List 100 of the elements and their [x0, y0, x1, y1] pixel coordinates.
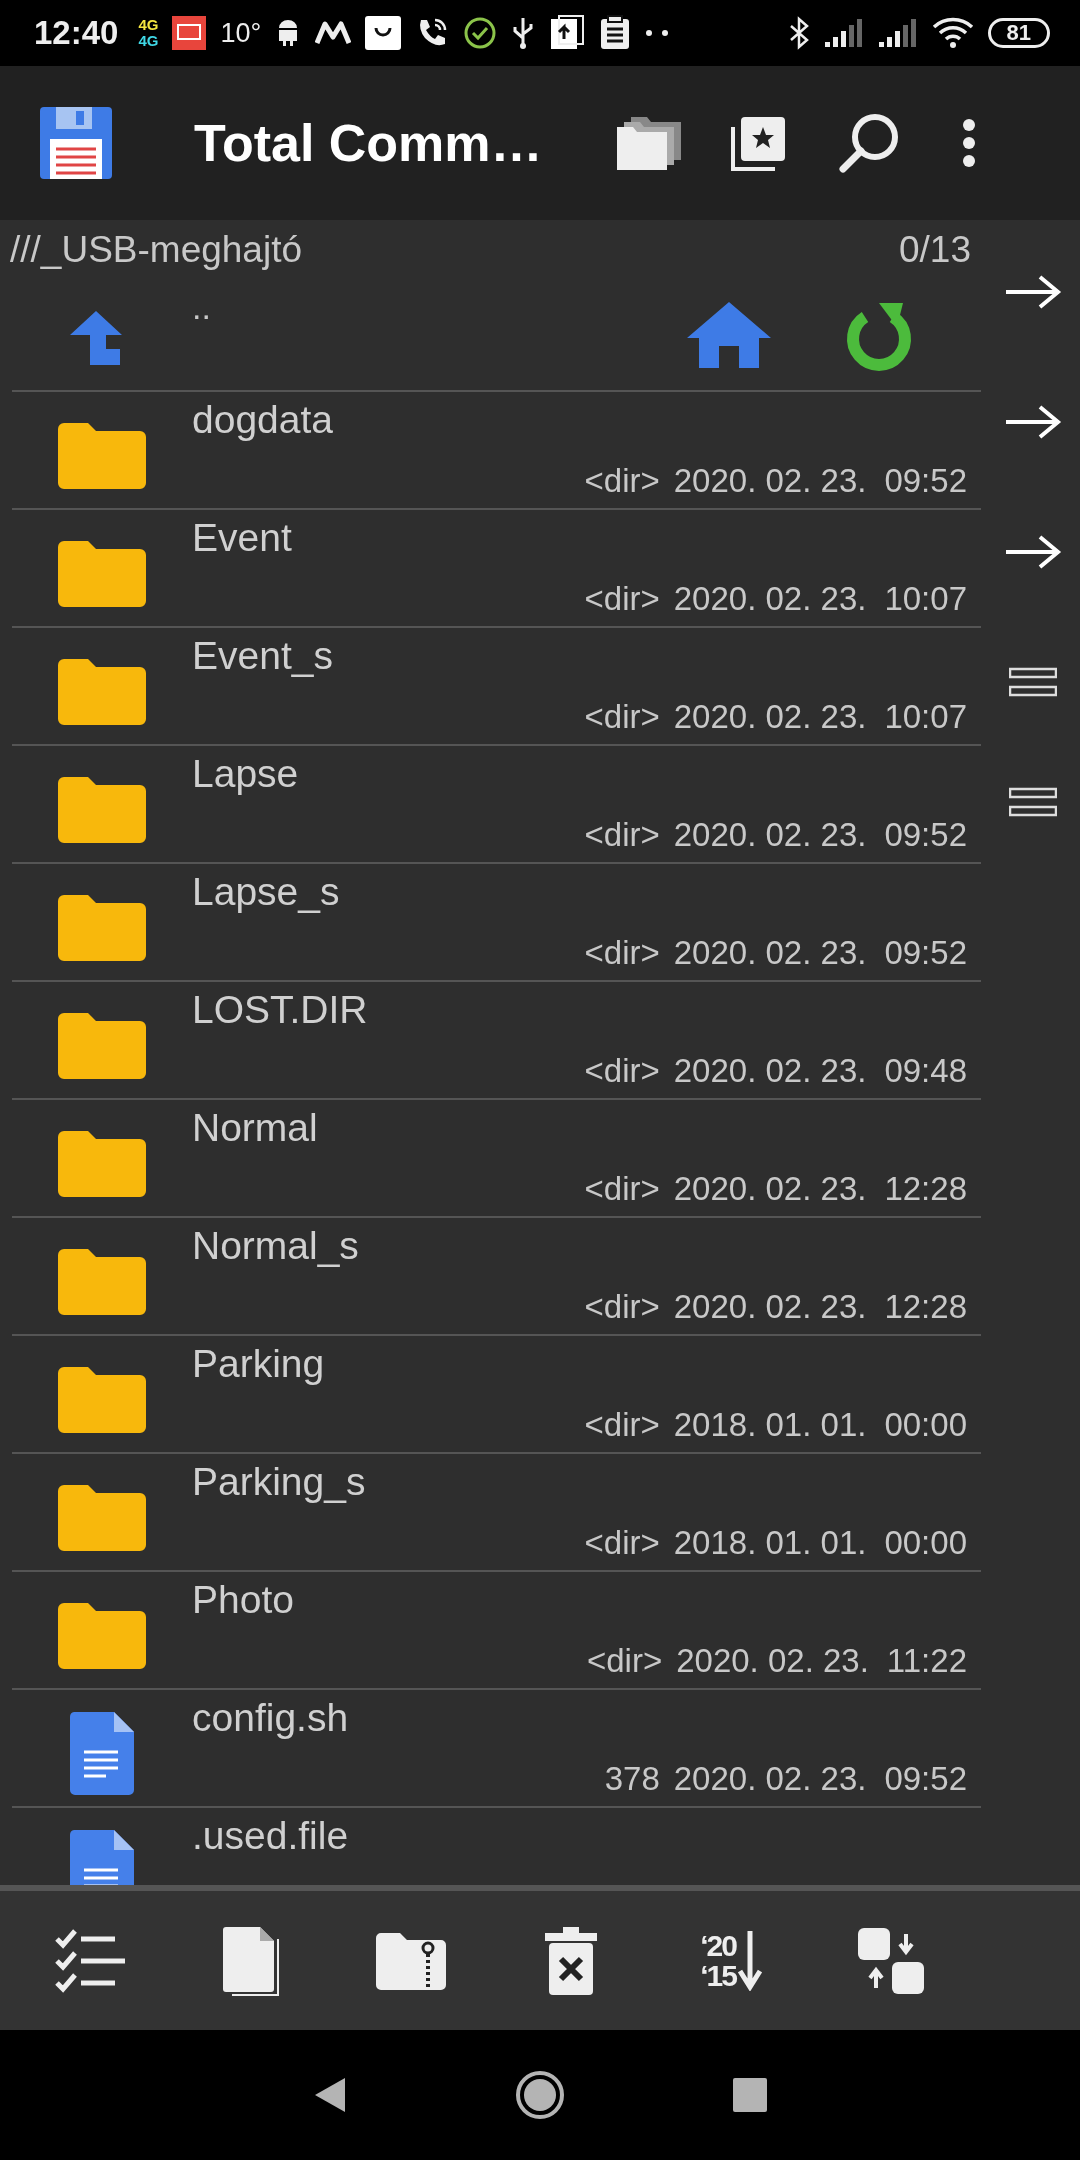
file-date: 2020. 02. 23.: [673, 698, 867, 736]
file-size: <dir>: [584, 1406, 660, 1444]
file-size: 378: [604, 1760, 660, 1798]
back-triangle-icon: [313, 2076, 347, 2114]
right-arrow-icon: [1003, 274, 1062, 310]
file-row[interactable]: Lapse_s <dir> 2020. 02. 23. 09:52: [12, 862, 981, 980]
m-logo-icon: [315, 21, 352, 45]
file-size: <dir>: [584, 462, 660, 500]
file-name: Event: [192, 516, 293, 560]
file-row[interactable]: Normal <dir> 2020. 02. 23. 12:28: [12, 1098, 981, 1216]
network-label: 4G: [138, 17, 159, 33]
folder-icon: [58, 541, 146, 607]
file-row[interactable]: Normal_s <dir> 2020. 02. 23. 12:28: [12, 1216, 981, 1334]
current-path: ///_USB-meghajtó: [10, 229, 303, 271]
clipboard-icon: [599, 15, 632, 51]
file-time: 10:07: [884, 580, 967, 618]
file-date: 2020. 02. 23.: [673, 462, 867, 500]
file-name: config.sh: [192, 1696, 350, 1740]
file-row[interactable]: Event_s <dir> 2020. 02. 23. 10:07: [12, 626, 981, 744]
file-time: 10:07: [884, 698, 967, 736]
file-time: 11:22: [886, 1642, 967, 1680]
folders-icon: [615, 115, 683, 171]
home-circle-icon: [515, 2070, 565, 2120]
file-size: <dir>: [584, 1524, 660, 1562]
file-name: Parking_s: [192, 1460, 367, 1504]
upload-document-icon: [549, 15, 586, 51]
file-time: 09:52: [884, 462, 967, 500]
file-date: 2020. 02. 23.: [673, 580, 867, 618]
file-name: LOST.DIR: [192, 988, 369, 1032]
file-date: 2020. 02. 23.: [673, 934, 867, 972]
clock: 12:40: [34, 14, 119, 52]
double-line-icon: [1008, 787, 1057, 817]
file-date: 2018. 01. 01.: [673, 1406, 867, 1444]
file-row[interactable]: dogdata <dir> 2020. 02. 23. 09:52: [12, 390, 981, 508]
file-size: <dir>: [584, 934, 660, 972]
square-icon: [733, 2078, 767, 2112]
usb-icon: [511, 16, 536, 50]
file-row[interactable]: Lapse <dir> 2020. 02. 23. 09:52: [12, 744, 981, 862]
folder-icon: [58, 777, 146, 843]
swap-icon: [858, 1927, 924, 1994]
file-size: <dir>: [584, 1052, 660, 1090]
file-name: .used.file: [192, 1814, 350, 1858]
file-time: 09:52: [884, 816, 967, 854]
file-date: 2020. 02. 23.: [673, 1170, 867, 1208]
zip-folder-icon: [376, 1931, 446, 1990]
file-size: <dir>: [586, 1642, 663, 1680]
file-row[interactable]: Photo <dir> 2020. 02. 23. 11:22: [12, 1570, 981, 1688]
folder-icon: [58, 1131, 146, 1197]
sort-button[interactable]: ‘20 ‘15: [686, 1915, 776, 2006]
file-row[interactable]: config.sh 378 2020. 02. 23. 09:52: [12, 1688, 981, 1806]
folder-icon: [58, 1249, 146, 1315]
file-row[interactable]: Parking <dir> 2018. 01. 01. 00:00: [12, 1334, 981, 1452]
file-time: 00:00: [884, 1406, 967, 1444]
wifi-icon: [931, 17, 974, 49]
parent-folder-link[interactable]: ..: [192, 288, 211, 327]
file-size: <dir>: [584, 816, 660, 854]
app-title: Total Comm…: [194, 113, 544, 173]
folder-icon: [58, 659, 146, 725]
parent-folder-button[interactable]: [68, 309, 124, 367]
shopping-bag-icon: [365, 16, 402, 50]
documents-icon: [222, 1924, 280, 1997]
checklist-icon: [55, 1928, 127, 1993]
file-size: <dir>: [584, 1288, 660, 1326]
file-row[interactable]: Event <dir> 2020. 02. 23. 10:07: [12, 508, 981, 626]
file-size: <dir>: [584, 580, 660, 618]
trash-icon: [545, 1926, 597, 1995]
file-row[interactable]: LOST.DIR <dir> 2020. 02. 23. 09:48: [12, 980, 981, 1098]
file-name: Event_s: [192, 634, 334, 678]
file-name: Parking: [192, 1342, 326, 1386]
file-date: 2020. 02. 23.: [673, 1760, 867, 1798]
folder-icon: [58, 1367, 146, 1433]
folder-icon: [58, 895, 146, 961]
file-name: Lapse: [192, 752, 300, 796]
file-name: Photo: [192, 1578, 295, 1622]
file-time: 12:28: [884, 1288, 967, 1326]
file-size: <dir>: [584, 1170, 660, 1208]
file-row[interactable]: Parking_s <dir> 2018. 01. 01. 00:00: [12, 1452, 981, 1570]
app-notification-icon: [172, 16, 207, 50]
file-time: 00:00: [884, 1524, 967, 1562]
file-name: Normal: [192, 1106, 319, 1150]
file-time: 09:48: [884, 1052, 967, 1090]
check-circle-icon: [463, 16, 498, 50]
file-time: 09:52: [884, 1760, 967, 1798]
document-icon: [70, 1712, 134, 1796]
more-notifications-icon: [645, 29, 670, 37]
folder-icon: [58, 1013, 146, 1079]
right-arrow-icon: [1003, 534, 1062, 570]
file-name: dogdata: [192, 398, 334, 442]
selection-count: 0/13: [899, 229, 971, 271]
file-size: <dir>: [584, 698, 660, 736]
temperature: 10°: [220, 17, 262, 49]
folder-icon: [58, 423, 146, 489]
file-time: 12:28: [884, 1170, 967, 1208]
file-name: Normal_s: [192, 1224, 360, 1268]
signal-icon: [823, 18, 864, 48]
right-arrow-icon: [1003, 404, 1062, 440]
double-line-icon: [1008, 667, 1057, 697]
file-date: 2020. 02. 23.: [673, 1288, 867, 1326]
menu-icon: [962, 118, 976, 168]
up-arrow-icon: [68, 309, 124, 367]
